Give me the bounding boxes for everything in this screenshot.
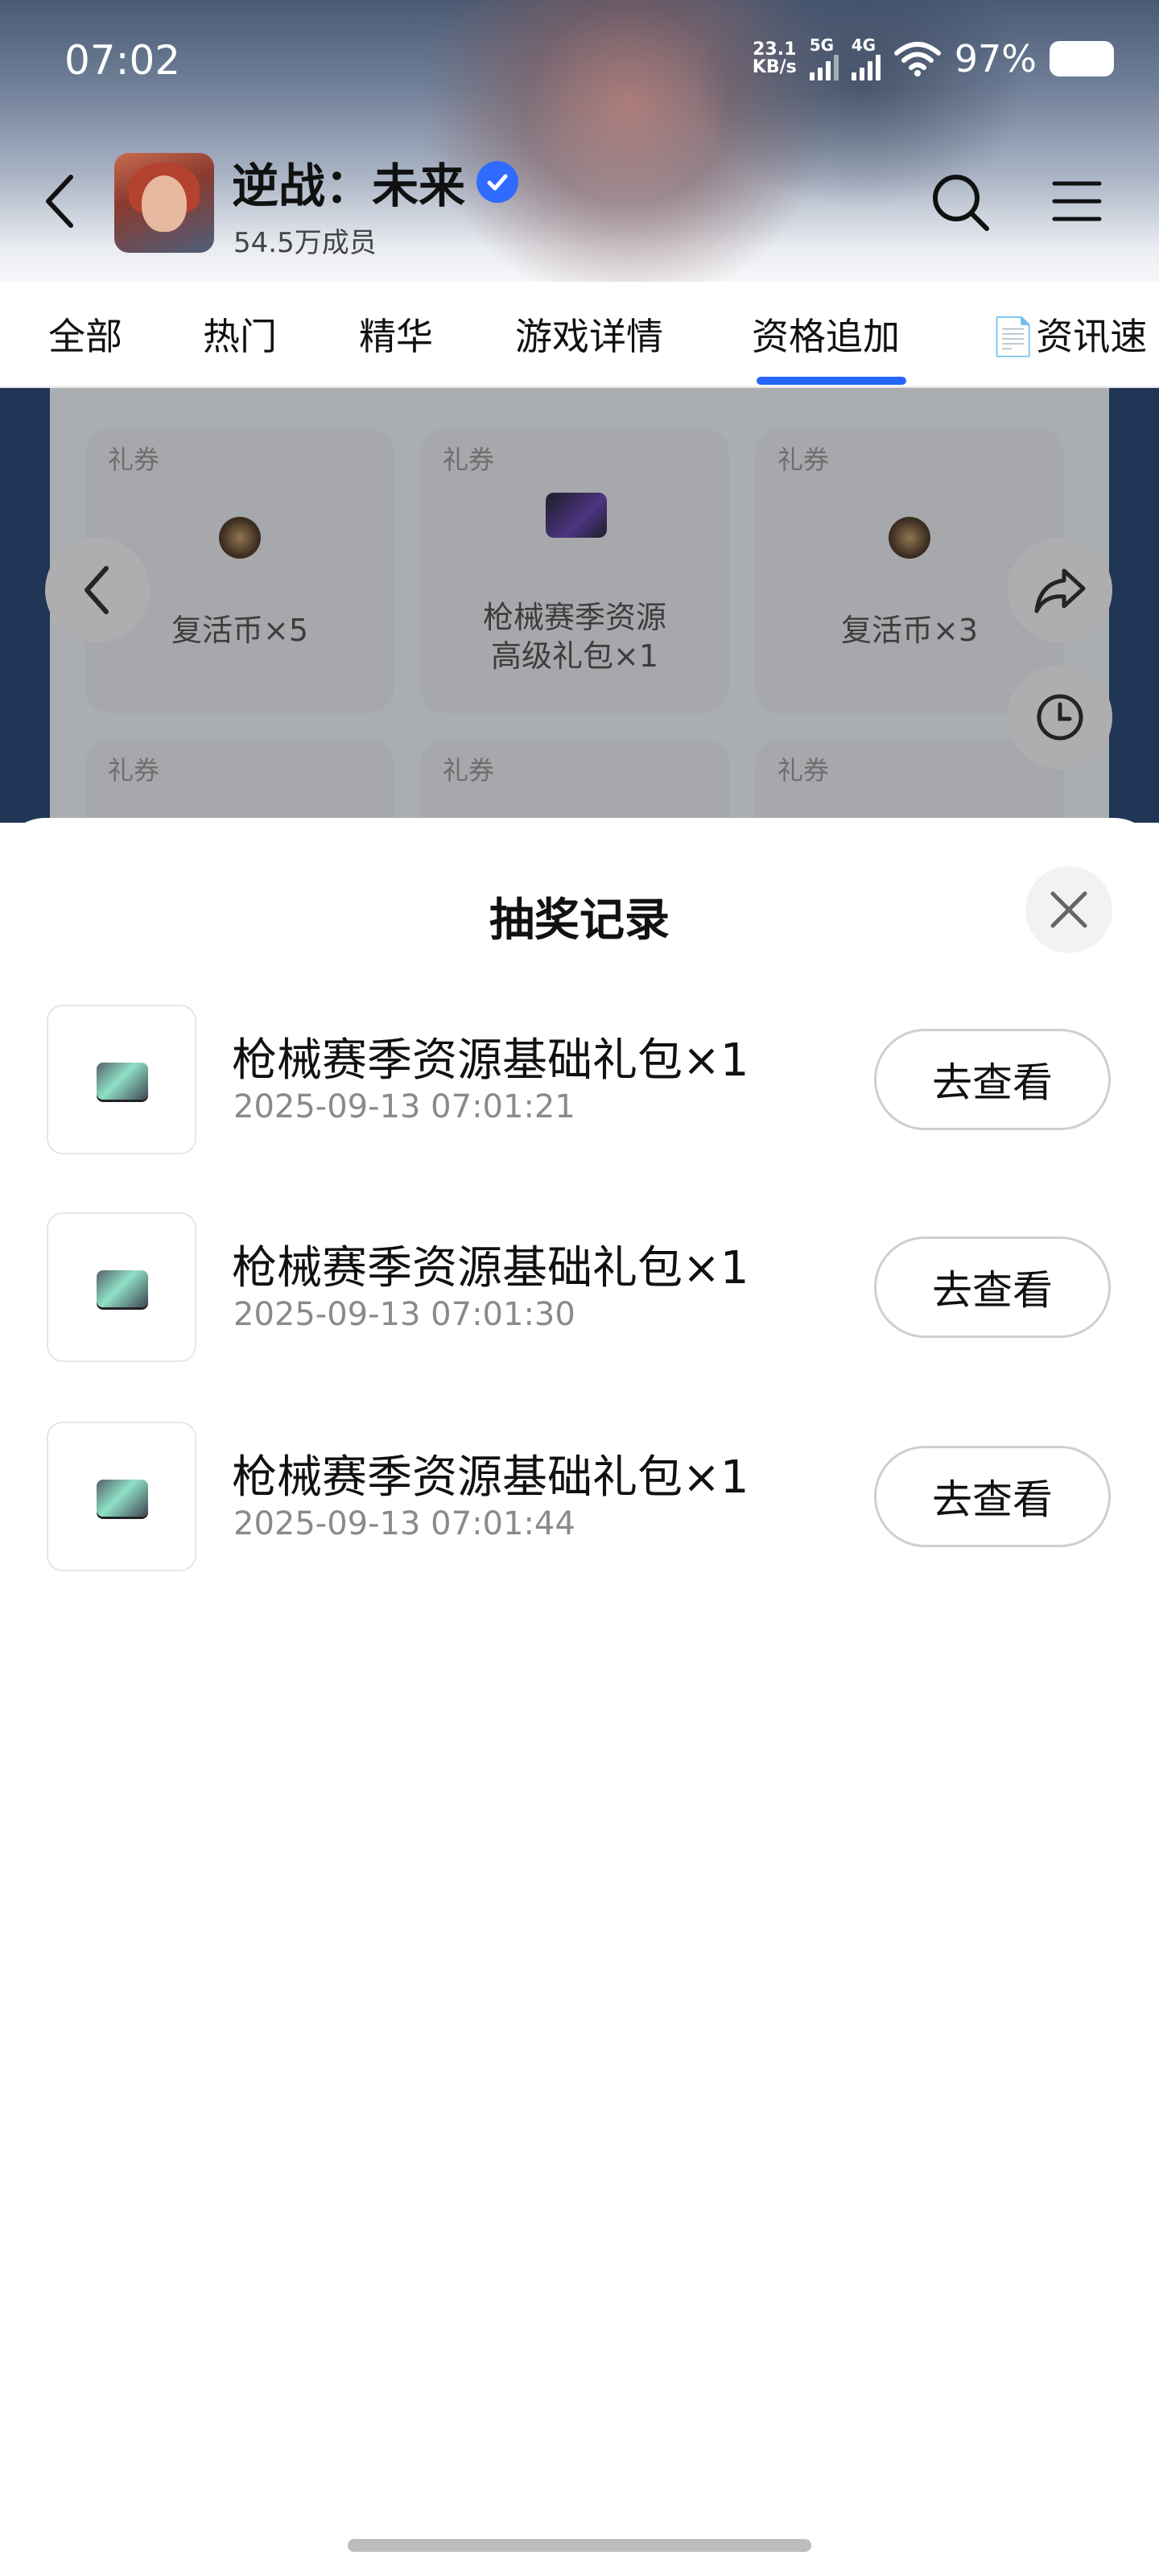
verified-badge-icon bbox=[476, 161, 519, 203]
game-title: 逆战：未来 bbox=[232, 148, 519, 216]
menu-icon[interactable] bbox=[1051, 175, 1103, 227]
gift-box-icon bbox=[97, 1063, 148, 1100]
sim1-label: 5G bbox=[809, 35, 835, 55]
tab-featured[interactable]: 精华 bbox=[359, 308, 433, 361]
active-tab-indicator bbox=[757, 377, 906, 385]
tab-hot[interactable]: 热门 bbox=[203, 308, 277, 361]
record-timestamp: 2025-09-13 07:01:30 bbox=[233, 1296, 575, 1333]
modal-backdrop[interactable] bbox=[0, 388, 1159, 823]
status-icons: 23.1 KB/s 5G 4G 97% bbox=[753, 37, 1114, 80]
home-indicator[interactable] bbox=[348, 2539, 811, 2552]
back-arrow-icon[interactable] bbox=[37, 169, 85, 233]
record-timestamp: 2025-09-13 07:01:44 bbox=[233, 1505, 575, 1542]
sim2-label: 4G bbox=[851, 35, 876, 55]
sim2-signal-icon: 4G bbox=[851, 35, 881, 80]
battery-icon bbox=[1050, 41, 1114, 76]
view-button[interactable]: 去查看 bbox=[874, 1236, 1111, 1338]
view-button[interactable]: 去查看 bbox=[874, 1446, 1111, 1547]
search-icon[interactable] bbox=[930, 172, 992, 233]
gift-box-icon bbox=[97, 1270, 148, 1307]
tab-news[interactable]: 📄资讯速 bbox=[990, 308, 1147, 361]
record-item: 枪械赛季资源基础礼包×1 2025-09-13 07:01:44 去查看 bbox=[0, 1422, 1159, 1575]
record-prize-name: 枪械赛季资源基础礼包×1 bbox=[232, 1451, 749, 1504]
community-header: 07:02 23.1 KB/s 5G 4G 97% 逆战：未来 54.5万成员 bbox=[0, 0, 1159, 282]
sim1-signal-icon: 5G bbox=[809, 35, 839, 80]
view-button[interactable]: 去查看 bbox=[874, 1029, 1111, 1130]
game-avatar[interactable] bbox=[114, 153, 214, 253]
prize-thumbnail bbox=[47, 1005, 196, 1154]
wifi-icon bbox=[893, 42, 941, 76]
tab-game-details[interactable]: 游戏详情 bbox=[515, 308, 663, 361]
close-button[interactable] bbox=[1025, 866, 1112, 953]
tab-all[interactable]: 全部 bbox=[48, 308, 122, 361]
tab-bar: 全部 热门 精华 游戏详情 资格追加 📄资讯速 bbox=[0, 282, 1159, 388]
prize-thumbnail bbox=[47, 1422, 196, 1571]
record-timestamp: 2025-09-13 07:01:21 bbox=[233, 1088, 575, 1125]
record-item: 枪械赛季资源基础礼包×1 2025-09-13 07:01:30 去查看 bbox=[0, 1212, 1159, 1365]
network-speed: 23.1 KB/s bbox=[753, 41, 797, 76]
record-item: 枪械赛季资源基础礼包×1 2025-09-13 07:01:21 去查看 bbox=[0, 1005, 1159, 1158]
prize-thumbnail bbox=[47, 1212, 196, 1362]
sheet-title: 抽奖记录 bbox=[489, 894, 670, 947]
game-title-text: 逆战：未来 bbox=[232, 159, 466, 213]
member-count: 54.5万成员 bbox=[233, 227, 377, 259]
net-speed-value: 23.1 bbox=[753, 39, 797, 60]
record-prize-name: 枪械赛季资源基础礼包×1 bbox=[232, 1034, 749, 1087]
net-speed-unit: KB/s bbox=[752, 57, 797, 77]
close-icon bbox=[1050, 891, 1087, 928]
tab-qualification[interactable]: 资格追加 bbox=[752, 308, 900, 361]
gift-box-icon bbox=[97, 1480, 148, 1517]
battery-percent: 97% bbox=[954, 37, 1037, 80]
status-time: 07:02 bbox=[64, 37, 181, 84]
record-prize-name: 枪械赛季资源基础礼包×1 bbox=[232, 1242, 749, 1294]
lottery-record-sheet: 抽奖记录 枪械赛季资源基础礼包×1 2025-09-13 07:01:21 去查… bbox=[0, 818, 1159, 2576]
